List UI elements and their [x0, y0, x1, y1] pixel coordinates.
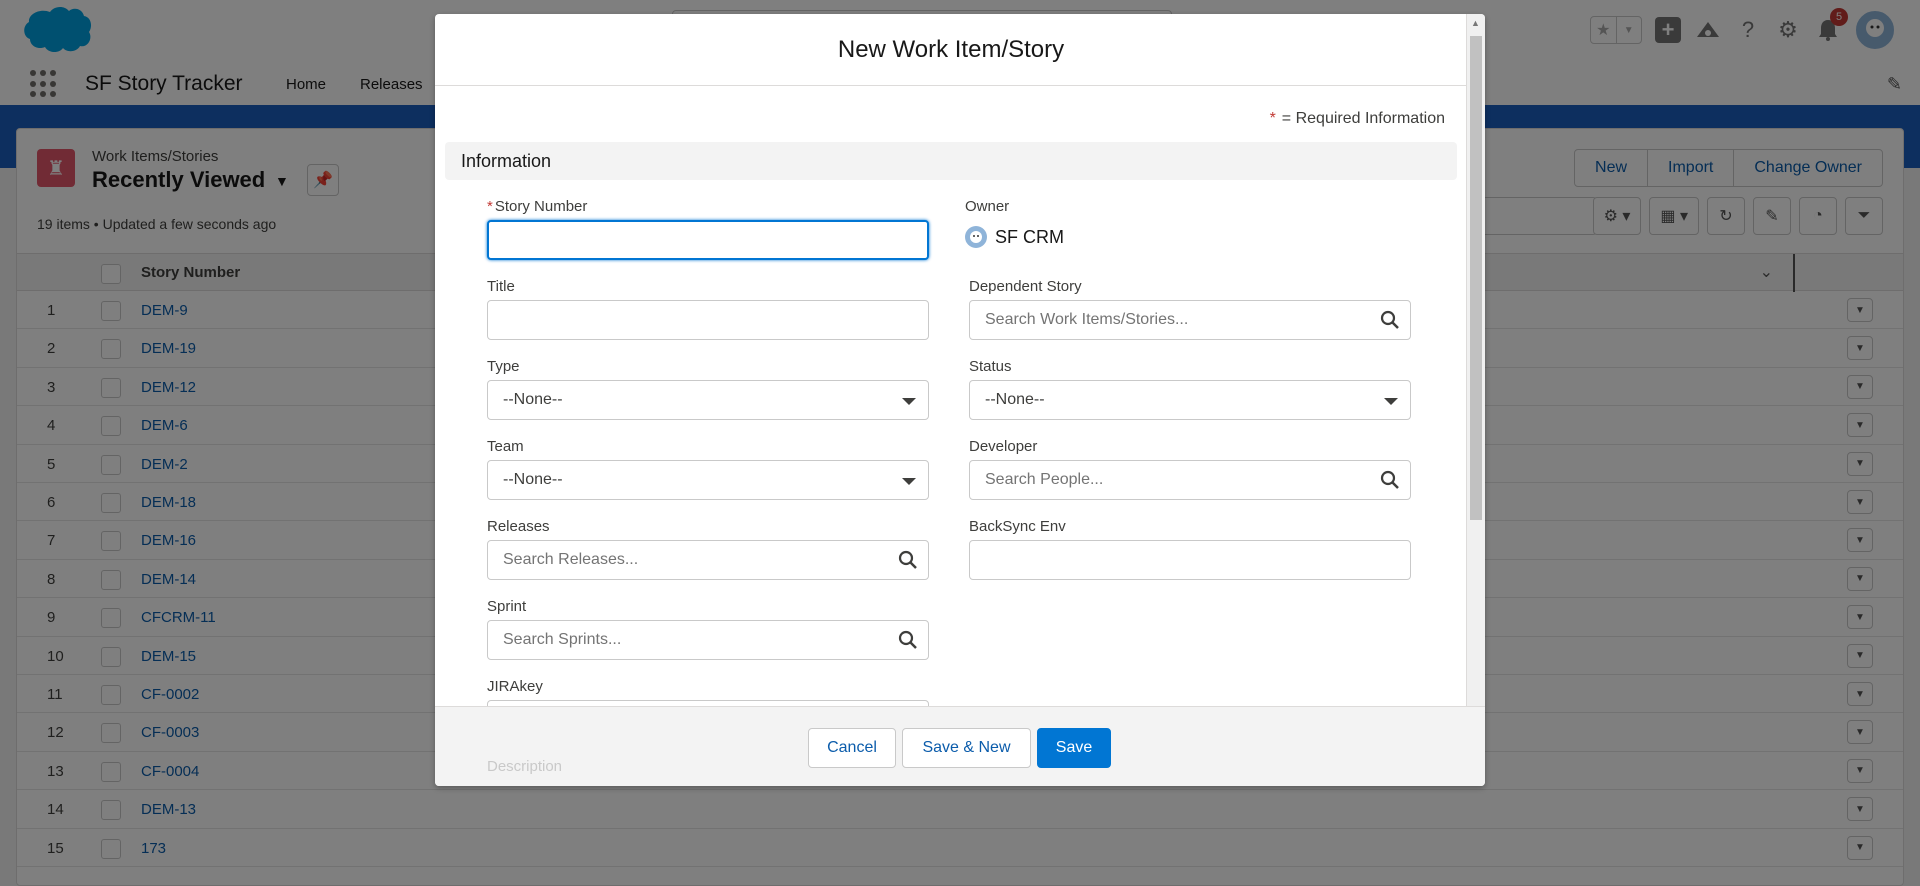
modal-footer: Cancel Save & New Save [435, 706, 1485, 786]
save-button[interactable]: Save [1037, 728, 1111, 768]
backsync-env-input[interactable] [969, 540, 1411, 580]
dependent-story-lookup[interactable]: Search Work Items/Stories... [969, 300, 1411, 340]
status-label: Status [969, 358, 1012, 375]
title-input[interactable] [487, 300, 929, 340]
modal-scrollbar[interactable]: ▲ ▼ [1466, 14, 1485, 774]
search-icon [898, 630, 917, 649]
required-info-note: * = Required Information [1269, 110, 1445, 127]
sprint-lookup[interactable]: Search Sprints... [487, 620, 929, 660]
owner-value[interactable]: SF CRM [965, 226, 1064, 248]
developer-lookup[interactable]: Search People... [969, 460, 1411, 500]
team-label: Team [487, 438, 524, 455]
type-select[interactable]: --None-- [487, 380, 929, 420]
dependent-story-label: Dependent Story [969, 278, 1082, 295]
sprint-label: Sprint [487, 598, 527, 615]
dropdown-caret-icon [1384, 398, 1398, 405]
scroll-up-icon[interactable]: ▲ [1471, 18, 1480, 28]
section-information[interactable]: Information [445, 142, 1457, 180]
modal-title: New Work Item/Story [837, 35, 1065, 63]
modal-header: New Work Item/Story [435, 14, 1467, 86]
type-label: Type [487, 358, 520, 375]
releases-lookup[interactable]: Search Releases... [487, 540, 929, 580]
title-label: Title [487, 278, 515, 295]
team-select[interactable]: --None-- [487, 460, 929, 500]
search-icon [1380, 310, 1399, 329]
developer-label: Developer [969, 438, 1038, 455]
jirakey-label: JIRAkey [487, 678, 543, 695]
new-work-item-modal: New Work Item/Story ▲ ▼ *= Required Info… [435, 14, 1485, 786]
dropdown-caret-icon [902, 398, 916, 405]
releases-label: Releases [487, 518, 550, 535]
cancel-button[interactable]: Cancel [808, 728, 896, 768]
story-number-input[interactable] [487, 220, 929, 260]
description-label: Description [487, 758, 563, 775]
dropdown-caret-icon [902, 478, 916, 485]
search-icon [1380, 470, 1399, 489]
scroll-thumb[interactable] [1470, 36, 1482, 520]
owner-label: Owner [965, 198, 1010, 215]
required-star: * [1269, 110, 1276, 127]
section-title: Information [461, 151, 552, 171]
story-number-label: * Story Number [487, 198, 588, 215]
status-select[interactable]: --None-- [969, 380, 1411, 420]
owner-avatar-icon [965, 226, 987, 248]
backsync-env-label: BackSync Env [969, 518, 1066, 535]
save-and-new-button[interactable]: Save & New [902, 728, 1031, 768]
search-icon [898, 550, 917, 569]
